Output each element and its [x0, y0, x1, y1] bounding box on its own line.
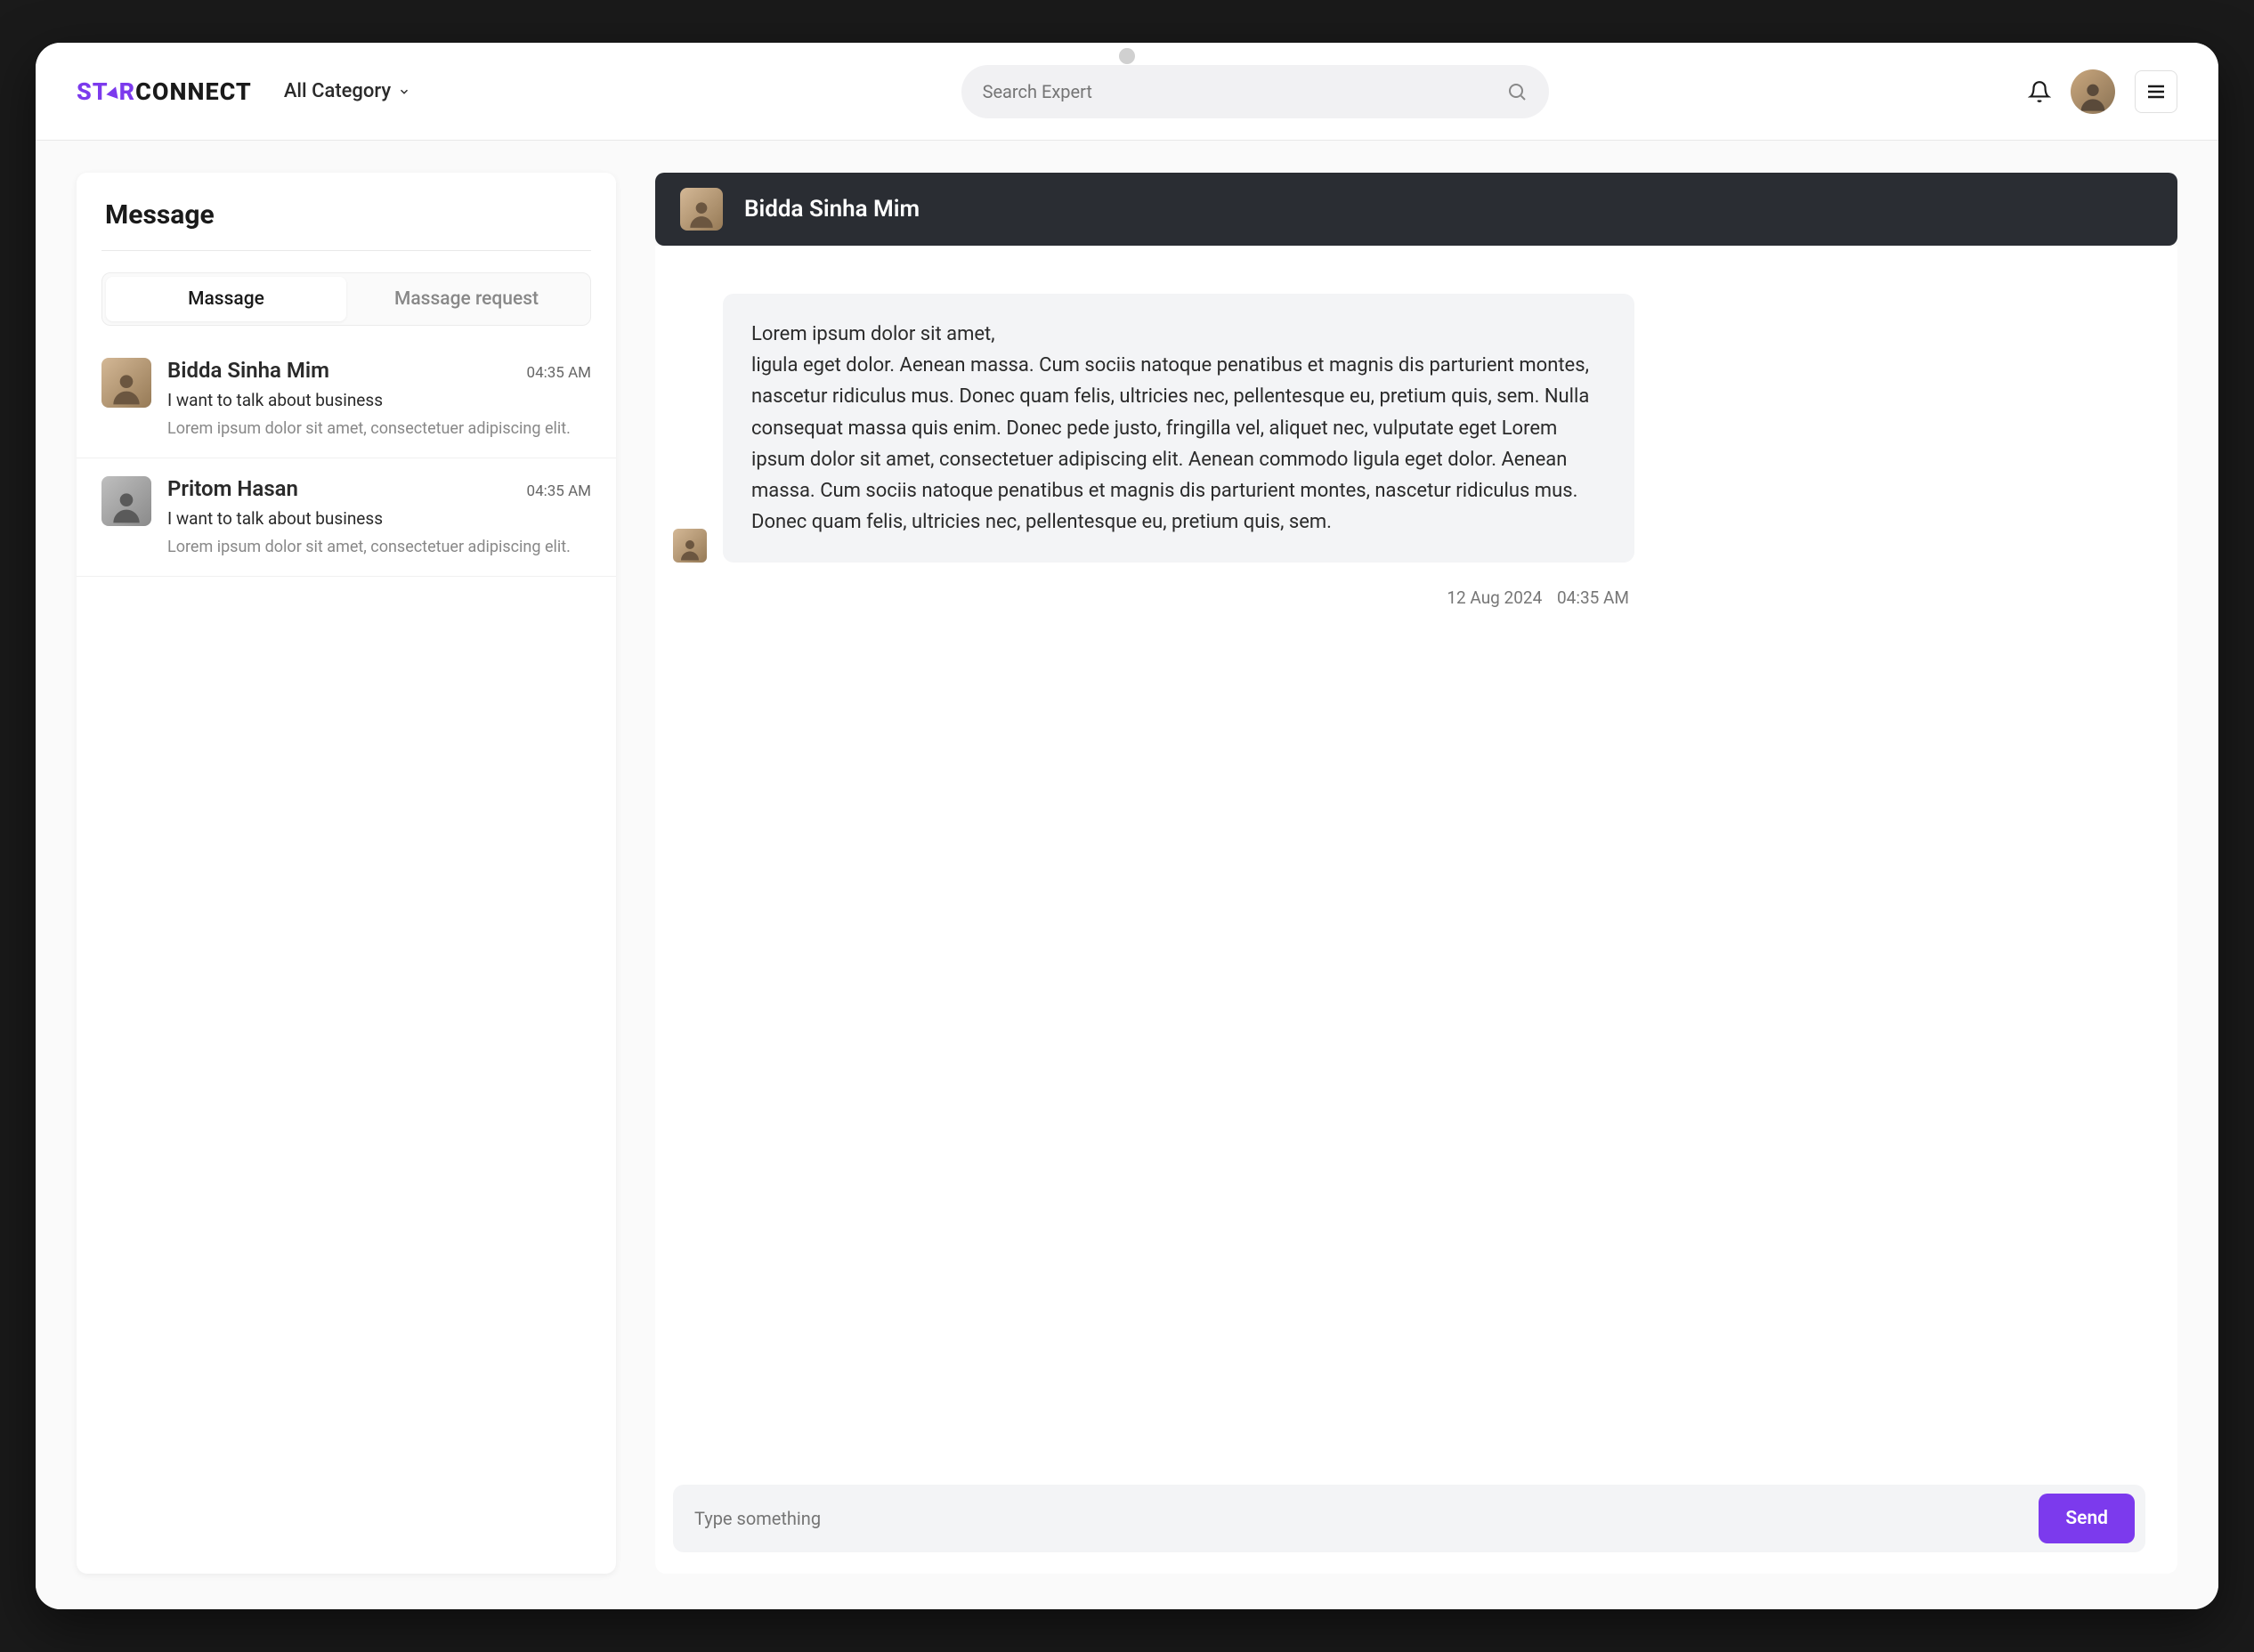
message-composer: Send [673, 1485, 2145, 1552]
conversation-item[interactable]: Pritom Hasan 04:35 AM I want to talk abo… [77, 458, 616, 577]
notification-bell-icon[interactable] [2028, 80, 2051, 103]
logo-text-mid: R [119, 77, 135, 106]
conversation-time: 04:35 AM [527, 482, 591, 500]
sidebar-title: Message [105, 199, 588, 231]
message-sidebar: Message Massage Massage request Bidda Si… [77, 173, 616, 1574]
category-label: All Category [284, 80, 391, 102]
conversation-subject: I want to talk about business [167, 508, 591, 529]
message-tabs: Massage Massage request [101, 272, 591, 326]
main-content: Message Massage Massage request Bidda Si… [36, 141, 2218, 1609]
conversation-preview: Lorem ipsum dolor sit amet, consectetuer… [167, 417, 591, 440]
tab-message-requests[interactable]: Massage request [346, 277, 587, 321]
chat-body: Lorem ipsum dolor sit amet, ligula eget … [655, 246, 2177, 1574]
search-icon [1506, 81, 1528, 102]
device-notch [1119, 48, 1135, 64]
search-bar[interactable] [961, 65, 1549, 118]
device-frame: ST R CONNECT All Category [36, 43, 2218, 1609]
chat-contact-avatar [680, 188, 723, 231]
conversation-item[interactable]: Bidda Sinha Mim 04:35 AM I want to talk … [77, 340, 616, 458]
message-row: Lorem ipsum dolor sit amet, ligula eget … [673, 294, 1634, 563]
avatar [101, 358, 151, 408]
chevron-down-icon [398, 85, 410, 98]
send-button[interactable]: Send [2039, 1494, 2135, 1543]
header-actions [2028, 69, 2177, 114]
user-avatar[interactable] [2071, 69, 2115, 114]
logo-text-left: ST [77, 77, 109, 106]
logo-text-right: CONNECT [135, 77, 252, 106]
chat-panel: Bidda Sinha Mim Lorem ipsum dolor sit am… [655, 173, 2177, 1574]
chat-header: Bidda Sinha Mim [655, 173, 2177, 246]
conversation-list: Bidda Sinha Mim 04:35 AM I want to talk … [77, 340, 616, 1574]
search-input[interactable] [983, 81, 1496, 102]
message-timestamp: 12 Aug 2024 04:35 AM [673, 587, 1634, 608]
divider [101, 250, 591, 251]
message-time: 04:35 AM [1557, 587, 1629, 608]
sidebar-header: Message [77, 173, 616, 250]
chat-contact-name: Bidda Sinha Mim [744, 196, 920, 223]
message-sender-avatar [673, 529, 707, 563]
search-container [507, 65, 2003, 118]
message-date: 12 Aug 2024 [1447, 587, 1542, 608]
hamburger-icon [2145, 81, 2167, 102]
category-dropdown[interactable]: All Category [284, 80, 410, 102]
conversation-name: Pritom Hasan [167, 476, 298, 501]
message-list: Lorem ipsum dolor sit amet, ligula eget … [673, 294, 2145, 1470]
conversation-name: Bidda Sinha Mim [167, 358, 329, 383]
conversation-time: 04:35 AM [527, 364, 591, 382]
avatar [101, 476, 151, 526]
conversation-body: Pritom Hasan 04:35 AM I want to talk abo… [167, 476, 591, 558]
brand-logo[interactable]: ST R CONNECT [77, 77, 252, 106]
conversation-preview: Lorem ipsum dolor sit amet, consectetuer… [167, 536, 591, 558]
conversation-body: Bidda Sinha Mim 04:35 AM I want to talk … [167, 358, 591, 440]
conversation-subject: I want to talk about business [167, 390, 591, 410]
tab-messages[interactable]: Massage [106, 277, 346, 321]
message-input[interactable] [694, 1495, 2024, 1542]
message-bubble: Lorem ipsum dolor sit amet, ligula eget … [723, 294, 1634, 563]
menu-button[interactable] [2135, 70, 2177, 113]
